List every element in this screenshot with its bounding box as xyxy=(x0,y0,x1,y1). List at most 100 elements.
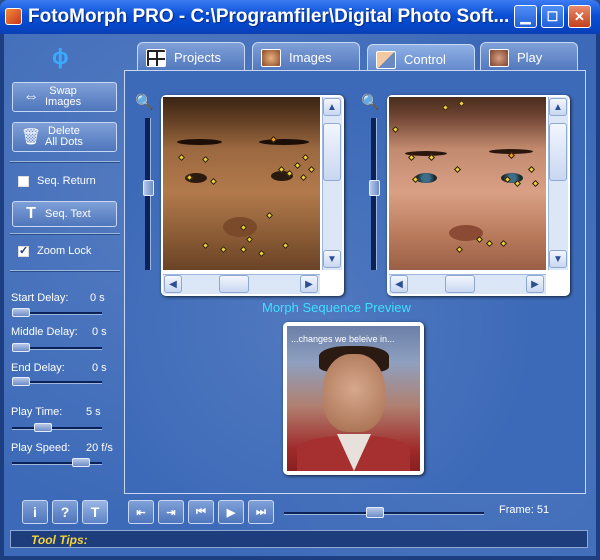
morph-dot[interactable] xyxy=(201,155,210,164)
morph-dot[interactable] xyxy=(245,235,254,244)
morph-dot[interactable] xyxy=(239,245,248,254)
scroll-right-button[interactable]: ▶ xyxy=(526,275,544,293)
loop-back-button[interactable]: ⇤ xyxy=(128,500,154,524)
images-icon xyxy=(261,48,281,67)
projects-icon xyxy=(146,48,166,67)
morph-dot[interactable] xyxy=(307,165,316,174)
morph-dot[interactable] xyxy=(281,241,290,250)
morph-dot[interactable] xyxy=(485,239,494,248)
first-frame-button[interactable]: ⏮ xyxy=(188,500,214,524)
vertical-scrollbar-left[interactable]: ▲ ▼ xyxy=(322,97,342,270)
morph-dot[interactable] xyxy=(441,103,450,112)
middle-delay-thumb[interactable] xyxy=(12,343,30,352)
play-speed-thumb[interactable] xyxy=(72,458,90,467)
scroll-up-button[interactable]: ▲ xyxy=(323,98,341,116)
close-button[interactable]: ✕ xyxy=(568,5,591,28)
frame-slider[interactable] xyxy=(284,512,484,515)
morph-dot[interactable] xyxy=(293,161,302,170)
help-button[interactable]: ? xyxy=(52,500,78,524)
play-time-thumb[interactable] xyxy=(34,423,52,432)
text-toggle-button[interactable]: T xyxy=(82,500,108,524)
text-icon: T xyxy=(26,205,36,222)
scroll-down-button[interactable]: ▼ xyxy=(323,250,341,268)
app-icon xyxy=(5,8,22,25)
scroll-left-button[interactable]: ◀ xyxy=(164,275,182,293)
morph-dot[interactable] xyxy=(201,241,210,250)
info-icon: i xyxy=(33,504,37,520)
play-time-slider[interactable] xyxy=(12,427,102,430)
zoom-thumb-left[interactable] xyxy=(143,180,154,196)
morph-dot[interactable] xyxy=(265,211,274,220)
morph-dot[interactable] xyxy=(475,235,484,244)
divider xyxy=(10,161,120,163)
minimize-button[interactable]: ▁ xyxy=(514,5,537,28)
morph-dot[interactable] xyxy=(299,173,308,182)
tab-projects[interactable]: Projects xyxy=(137,42,245,72)
morph-dot[interactable] xyxy=(457,99,466,108)
tab-play-label: Play xyxy=(517,50,543,65)
scroll-left-button[interactable]: ◀ xyxy=(390,275,408,293)
frame-counter: Frame: 51 xyxy=(499,504,550,516)
morph-dot[interactable] xyxy=(531,179,540,188)
zoom-lock-checkbox[interactable] xyxy=(18,244,29,257)
image-panel-right[interactable]: ▲ ▼ ◀ ▶ xyxy=(387,95,570,296)
end-delay-thumb[interactable] xyxy=(12,377,30,386)
source-image-1[interactable] xyxy=(163,97,320,270)
morph-dot[interactable] xyxy=(391,125,400,134)
play-icon: ▶ xyxy=(226,506,236,519)
swap-images-button[interactable]: ⇔ Swap Images xyxy=(12,82,117,112)
seq-return-checkbox[interactable] xyxy=(18,176,29,187)
main-area: ɸ ⇔ Swap Images 🗑 Delete All Dots Seq. R… xyxy=(4,34,596,556)
morph-dot[interactable] xyxy=(177,153,186,162)
middle-delay-label: Middle Delay: xyxy=(11,326,78,338)
preview-caption: ...changes we beleive in... xyxy=(291,334,395,344)
loop-forward-button[interactable]: ⇥ xyxy=(158,500,184,524)
last-frame-icon: ⏭ xyxy=(256,505,266,518)
tab-control-label: Control xyxy=(404,52,446,67)
horizontal-scrollbar-left[interactable]: ◀ ▶ xyxy=(163,274,320,294)
trash-icon: 🗑 xyxy=(20,129,42,146)
source-image-2[interactable] xyxy=(389,97,546,270)
tab-play[interactable]: Play xyxy=(480,42,578,72)
loop-forward-icon: ⇥ xyxy=(166,506,176,519)
morph-dot[interactable] xyxy=(499,239,508,248)
play-button[interactable]: ▶ xyxy=(218,500,244,524)
first-frame-icon: ⏮ xyxy=(196,505,206,518)
tab-images[interactable]: Images xyxy=(252,42,360,72)
scroll-down-button[interactable]: ▼ xyxy=(549,250,567,268)
start-delay-thumb[interactable] xyxy=(12,308,30,317)
info-button[interactable]: i xyxy=(22,500,48,524)
frame-slider-thumb[interactable] xyxy=(366,507,384,518)
tab-projects-label: Projects xyxy=(174,50,221,65)
morph-dot[interactable] xyxy=(209,177,218,186)
scroll-thumb[interactable] xyxy=(549,123,567,181)
morph-dot[interactable] xyxy=(219,245,228,254)
seq-text-label: Seq. Text xyxy=(45,207,91,220)
start-delay-value: 0 s xyxy=(90,292,105,304)
last-frame-button[interactable]: ⏭ xyxy=(248,500,274,524)
morph-dot[interactable] xyxy=(455,245,464,254)
loop-back-icon: ⇤ xyxy=(136,506,146,519)
scroll-right-button[interactable]: ▶ xyxy=(300,275,318,293)
divider xyxy=(10,233,120,235)
zoom-lock-label: Zoom Lock xyxy=(37,245,92,257)
zoom-thumb-right[interactable] xyxy=(369,180,380,196)
scroll-thumb[interactable] xyxy=(323,123,341,181)
scroll-up-button[interactable]: ▲ xyxy=(549,98,567,116)
morph-dot[interactable] xyxy=(257,249,266,258)
horizontal-scrollbar-right[interactable]: ◀ ▶ xyxy=(389,274,546,294)
tab-images-label: Images xyxy=(289,50,332,65)
scroll-thumb[interactable] xyxy=(445,275,475,293)
delete-all-dots-button[interactable]: 🗑 Delete All Dots xyxy=(12,122,117,152)
play-time-label: Play Time: xyxy=(11,406,63,418)
vertical-scrollbar-right[interactable]: ▲ ▼ xyxy=(548,97,568,270)
morph-preview-image: ...changes we beleive in... xyxy=(287,326,420,471)
morph-dot[interactable] xyxy=(453,165,462,174)
image-panel-left[interactable]: ▲ ▼ ◀ ▶ xyxy=(161,95,344,296)
maximize-button[interactable]: ☐ xyxy=(541,5,564,28)
sidebar: ɸ ⇔ Swap Images 🗑 Delete All Dots Seq. R… xyxy=(4,34,126,516)
morph-dot[interactable] xyxy=(527,165,536,174)
morph-dot[interactable] xyxy=(301,153,310,162)
scroll-thumb[interactable] xyxy=(219,275,249,293)
seq-text-button[interactable]: T Seq. Text xyxy=(12,201,117,227)
